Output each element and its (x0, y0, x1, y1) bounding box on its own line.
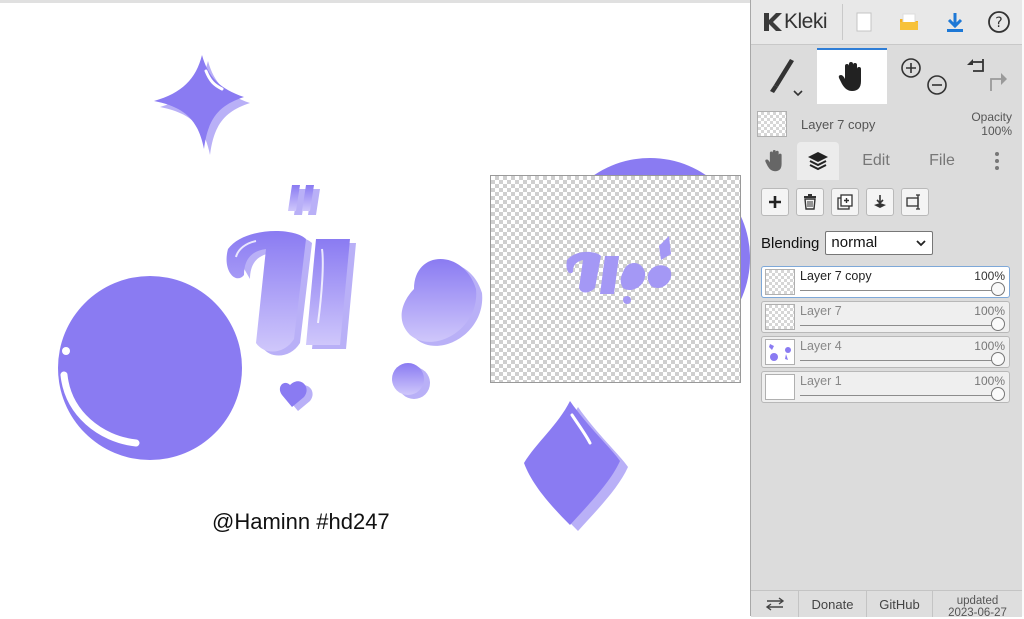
rename-layer-button[interactable] (901, 188, 929, 216)
open-folder-icon[interactable] (894, 7, 924, 37)
swap-side-button[interactable] (751, 591, 799, 617)
app-name: Kleki (784, 10, 828, 33)
current-layer-thumbnail (757, 111, 787, 137)
hand-icon (838, 62, 861, 91)
redo-icon[interactable] (990, 73, 1007, 91)
top-toolbar: Kleki ? (751, 0, 1022, 45)
trash-icon (804, 194, 816, 210)
kleki-logo[interactable]: Kleki (761, 8, 828, 36)
updated-date: 2023-06-27 (948, 607, 1007, 619)
blending-mode-select[interactable]: normal (825, 231, 934, 255)
chevron-down-icon (916, 240, 927, 247)
tab-hand[interactable] (757, 142, 793, 180)
more-menu-icon[interactable] (985, 142, 1009, 180)
layer-item[interactable]: Layer 4 100% (761, 336, 1010, 368)
layer-opacity-slider-track[interactable] (800, 395, 997, 396)
layer-thumbnail (765, 269, 795, 295)
add-layer-button[interactable] (761, 188, 789, 216)
layer-item[interactable]: Layer 1 100% (761, 371, 1010, 403)
blending-row: Blending normal (761, 230, 934, 256)
new-image-icon[interactable] (849, 7, 879, 37)
layer-opacity-slider-track[interactable] (800, 290, 997, 291)
layer-opacity: 100% (974, 374, 1005, 388)
signature-text: @Haminn #hd247 (212, 509, 390, 534)
help-icon[interactable]: ? (984, 7, 1014, 37)
layer-preview-popup (490, 175, 741, 383)
layer-name: Layer 4 (800, 339, 842, 353)
layer-thumbnail (765, 304, 795, 330)
opacity-label: Opacity (971, 110, 1012, 124)
toolbar-divider (842, 4, 843, 40)
history-controls (955, 48, 1019, 104)
layer-opacity-slider-handle[interactable] (991, 352, 1005, 366)
duplicate-layer-button[interactable] (831, 188, 859, 216)
layer-list: Layer 7 copy 100% Layer 7 100% Layer 4 1… (761, 266, 1011, 406)
layer-item[interactable]: Layer 7 copy 100% (761, 266, 1010, 298)
layer-item[interactable]: Layer 7 100% (761, 301, 1010, 333)
preview-thumbnail (566, 236, 672, 304)
layer-opacity-slider-track[interactable] (800, 360, 997, 361)
blending-mode-value: normal (831, 234, 878, 251)
opacity-value: 100% (981, 124, 1012, 138)
zoom-in-icon[interactable] (901, 58, 921, 78)
panel-tabs: Edit File (751, 142, 1022, 180)
layer-thumbnail (765, 339, 795, 365)
layer-name: Layer 1 (800, 374, 842, 388)
duplicate-icon (837, 194, 853, 210)
svg-text:?: ? (995, 15, 1002, 31)
tab-edit[interactable]: Edit (851, 142, 901, 180)
hand-icon (765, 150, 782, 172)
swap-arrows-icon (765, 597, 784, 611)
merge-down-icon (874, 195, 886, 208)
delete-layer-button[interactable] (796, 188, 824, 216)
drawing-canvas[interactable]: @Haminn #hd247 (0, 0, 750, 616)
blending-label: Blending (761, 234, 820, 252)
tab-file[interactable]: File (917, 142, 967, 180)
download-icon[interactable] (940, 7, 970, 37)
current-layer-opacity: Opacity 100% (971, 110, 1012, 138)
layer-opacity-slider-handle[interactable] (991, 387, 1005, 401)
footer-bar: Donate GitHub updated 2023-06-27 (751, 590, 1022, 619)
layer-thumbnail (765, 374, 795, 400)
github-link[interactable]: GitHub (867, 591, 933, 617)
tool-row (751, 48, 1022, 104)
sidebar-panel: Kleki ? Layer 7 copy Opacity 100% Edit F… (750, 0, 1022, 619)
layer-name: Layer 7 (800, 304, 842, 318)
zoom-out-icon[interactable] (927, 75, 947, 95)
layers-icon (808, 152, 828, 171)
layer-opacity: 100% (974, 304, 1005, 318)
undo-icon[interactable] (967, 59, 984, 72)
layer-name: Layer 7 copy (800, 269, 872, 283)
zoom-controls (891, 48, 951, 104)
donate-link[interactable]: Donate (799, 591, 867, 617)
current-layer-name: Layer 7 copy (801, 117, 876, 132)
layer-opacity-slider-track[interactable] (800, 325, 997, 326)
updated-info: updated 2023-06-27 (933, 595, 1022, 619)
merge-down-button[interactable] (866, 188, 894, 216)
layer-opacity-slider-handle[interactable] (991, 317, 1005, 331)
updated-label: updated (956, 595, 999, 607)
layer-action-buttons (751, 186, 1022, 222)
layer-opacity: 100% (974, 269, 1005, 283)
current-layer-info: Layer 7 copy Opacity 100% (751, 106, 1022, 142)
hand-tool-button[interactable] (817, 48, 887, 104)
plus-icon (769, 196, 781, 208)
brush-icon (770, 59, 803, 97)
tab-layers[interactable] (797, 142, 839, 180)
layer-opacity: 100% (974, 339, 1005, 353)
rename-icon (906, 194, 920, 210)
brush-tool-button[interactable] (751, 48, 817, 104)
layer-opacity-slider-handle[interactable] (991, 282, 1005, 296)
kleki-logo-icon (764, 13, 782, 31)
